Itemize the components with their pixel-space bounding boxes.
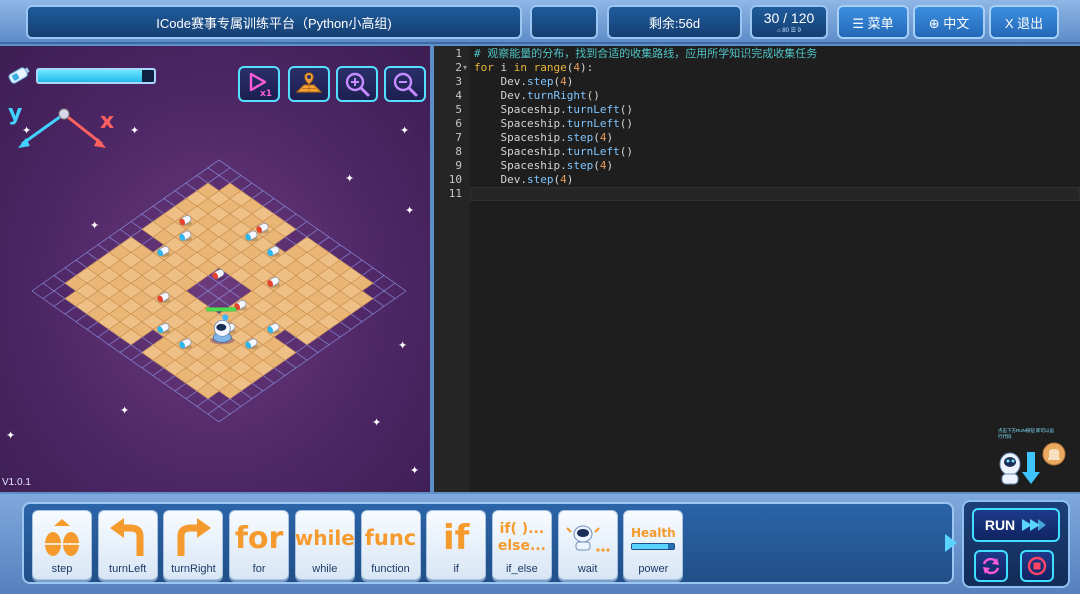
isometric-board	[31, 159, 407, 423]
robot-health-bar-fill	[206, 307, 237, 312]
code-line[interactable]: Dev.turnRight()	[474, 89, 599, 103]
block-label: if	[453, 563, 459, 575]
block-label: turnLeft	[109, 563, 147, 575]
block-label: if_else	[505, 563, 538, 575]
robot-antenna	[222, 314, 229, 321]
code-line[interactable]: Spaceship.turnLeft()	[474, 145, 632, 159]
line-number: 10	[448, 173, 462, 186]
line-number: 3	[455, 75, 462, 88]
robot-visor	[216, 323, 227, 331]
line-number: 6	[455, 117, 462, 130]
block-glyph-text: while	[294, 526, 355, 550]
exit-button[interactable]: X 退出	[989, 5, 1059, 39]
platform-title: ICode赛事专属训练平台（Python小高组)	[26, 5, 522, 39]
platform-title-text: ICode赛事专属训练平台（Python小高组)	[156, 15, 392, 31]
wait-robot-icon	[559, 517, 617, 559]
code-line[interactable]: Spaceship.turnLeft()	[474, 103, 632, 117]
refresh-icon	[982, 557, 1000, 575]
run-button[interactable]: RUN	[972, 508, 1060, 542]
block-label: function	[371, 563, 410, 575]
block-turnright[interactable]: turnRight	[163, 510, 224, 580]
fold-arrow-icon[interactable]: ▾	[463, 63, 467, 72]
block-step[interactable]: step	[32, 510, 92, 580]
health-bar-icon: Health	[624, 517, 682, 559]
line-number: 2	[455, 61, 462, 74]
line-number: 4	[455, 89, 462, 102]
remaining-days: 剩余:56d	[607, 5, 742, 39]
block-label: power	[638, 563, 669, 575]
reset-button[interactable]	[974, 550, 1008, 582]
tray-next-arrow-icon[interactable]	[945, 534, 957, 552]
block-while[interactable]: while while	[294, 510, 355, 580]
stop-icon	[1027, 556, 1047, 576]
step-icon	[33, 517, 91, 559]
language-button[interactable]: ⊕ 中文	[913, 5, 985, 39]
line-number: 5	[455, 103, 462, 116]
line-number: 1	[455, 47, 462, 60]
block-label: wait	[577, 563, 598, 575]
block-if[interactable]: if if	[426, 510, 487, 580]
code-line[interactable]: Dev.step(4)	[474, 173, 573, 187]
fast-forward-icon	[1022, 519, 1047, 531]
block-turnleft[interactable]: turnLeft	[97, 510, 158, 580]
code-editor[interactable]: 1 2 3 4 5 6 7 8 9 10 11 ▾ # 观察能量的分布，找到合适的收集路线，应用所学知…	[434, 46, 1080, 492]
level-progress: 30 / 120 ⌂ 80 ☰ 9	[750, 5, 828, 39]
stop-button[interactable]	[1020, 550, 1054, 582]
block-tray: step turnLeft turnRight for for while while fun…	[22, 502, 954, 584]
bottom-panel: step turnLeft turnRight for for while while fun…	[0, 494, 1080, 594]
top-bar: ICode赛事专属训练平台（Python小高组) 剩余:56d 30 / 120…	[0, 0, 1080, 44]
line-number: 7	[455, 131, 462, 144]
line-gutter: 1 2 3 4 5 6 7 8 9 10 11 ▾	[434, 46, 470, 492]
code-line[interactable]: for i in range(4):	[474, 61, 593, 75]
health-text: Health	[630, 526, 676, 540]
turn-right-icon	[164, 517, 222, 559]
remaining-days-text: 剩余:56d	[648, 15, 701, 31]
block-label: turnRight	[171, 563, 216, 575]
current-line-highlight	[470, 187, 1080, 201]
code-line[interactable]: Spaceship.step(4)	[474, 131, 613, 145]
block-glyph-text: func	[364, 526, 417, 550]
block-wait[interactable]: wait	[557, 510, 618, 580]
block-label: step	[51, 563, 73, 575]
robot-mascot-icon	[999, 442, 1066, 485]
line-number: 8	[455, 145, 462, 158]
code-line[interactable]: Spaceship.step(4)	[474, 159, 613, 173]
block-label: for	[252, 563, 266, 575]
language-button-label: ⊕ 中文	[928, 15, 970, 31]
code-line[interactable]: Dev.step(4)	[474, 75, 573, 89]
level-progress-text: 30 / 120	[763, 9, 815, 26]
menu-button[interactable]: ☰ 菜单	[837, 5, 909, 39]
game-scene[interactable]: ✦ ✦ ✦ ✦ ✦ ✦ ✦ ✦ ✦ ✦ ✦ ✦ x1	[0, 46, 430, 492]
block-glyph-text: for	[234, 520, 284, 556]
code-line[interactable]: Spaceship.turnLeft()	[474, 117, 632, 131]
run-panel: RUN	[962, 500, 1070, 588]
code-line[interactable]: # 观察能量的分布，找到合适的收集路线，应用所学知识完成收集任务	[474, 47, 817, 61]
version-label: V1.0.1	[2, 477, 31, 488]
level-progress-sub: ⌂ 80 ☰ 9	[776, 27, 801, 34]
block-power[interactable]: Health power	[623, 510, 684, 580]
exit-button-label: X 退出	[1004, 15, 1044, 31]
blank-panel	[530, 5, 598, 39]
run-button-label: RUN	[984, 517, 1016, 533]
block-for[interactable]: for for	[229, 510, 290, 580]
line-number: 11	[448, 187, 462, 200]
block-glyph-text: if( )... else...	[497, 521, 546, 554]
block-if-else[interactable]: if( )... else... if_else	[491, 510, 552, 580]
turn-left-icon	[99, 517, 157, 559]
line-number: 9	[455, 159, 462, 172]
block-function[interactable]: func function	[360, 510, 421, 580]
menu-button-label: ☰ 菜单	[852, 15, 894, 31]
block-glyph-text: if	[442, 518, 470, 558]
block-label: while	[312, 563, 338, 575]
